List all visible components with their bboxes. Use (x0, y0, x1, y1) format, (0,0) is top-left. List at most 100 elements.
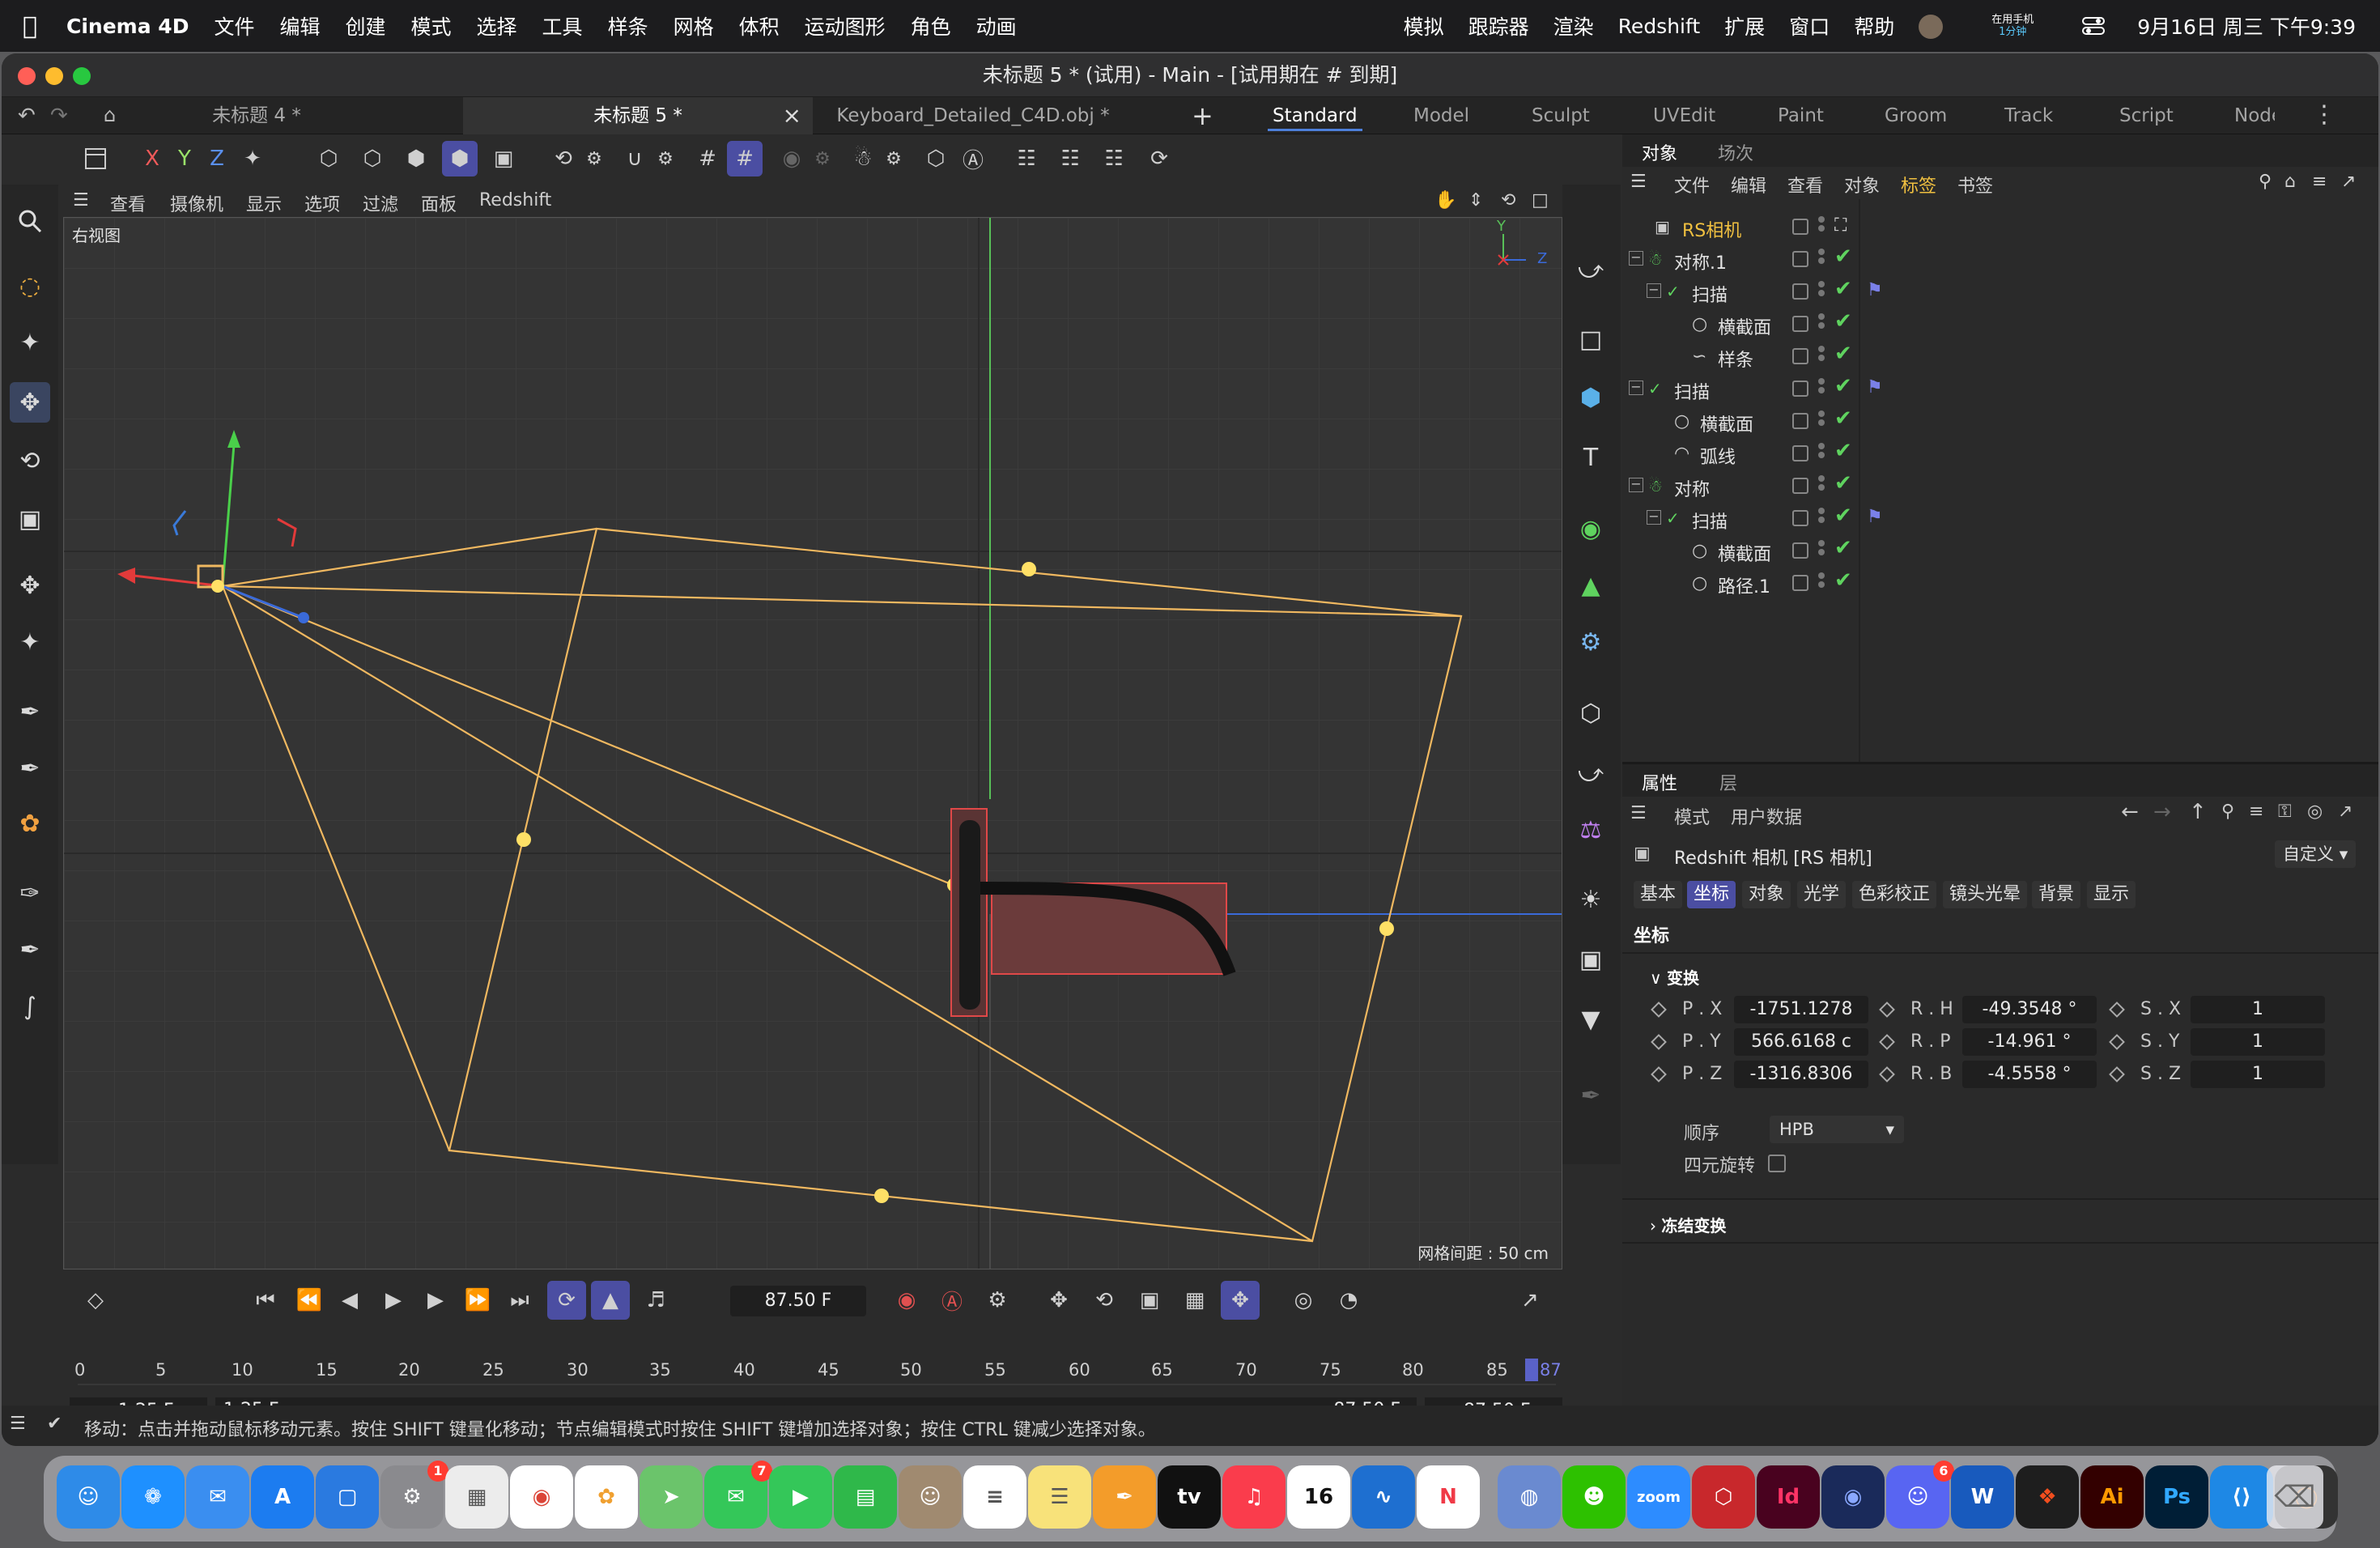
cloner-icon[interactable]: ▲ (1570, 565, 1611, 606)
panel-toggle-icon[interactable] (78, 141, 113, 176)
close-tab-icon[interactable]: × (783, 97, 801, 134)
subtab-background[interactable]: 背景 (2032, 881, 2081, 908)
keynote-icon[interactable]: ▢ (316, 1465, 379, 1529)
render-dots[interactable] (1818, 570, 1825, 590)
om-expand-icon[interactable]: ↗ (2341, 172, 2356, 192)
visibility-toggle[interactable] (1792, 219, 1808, 235)
field-icon[interactable]: ⬡ (1570, 693, 1611, 734)
vp-menu-filter[interactable]: 过滤 (363, 190, 398, 216)
live-selection-icon[interactable]: ◌ (10, 266, 50, 306)
workplane-snap-icon[interactable]: # (727, 141, 763, 176)
enabled-check-icon[interactable]: ✔ (1834, 568, 1852, 593)
launchpad-icon[interactable]: ▦ (445, 1465, 508, 1529)
om-menu-object[interactable]: 对象 (1844, 172, 1880, 198)
key-position-icon[interactable]: ✥ (1039, 1281, 1078, 1320)
phong-tag-icon[interactable]: ⚑ (1867, 507, 1883, 527)
attr-filter-icon[interactable]: ≡ (2249, 802, 2263, 822)
freeform-icon[interactable]: ∿ (1352, 1465, 1415, 1529)
timeline-expand-icon[interactable]: ↗ (1511, 1281, 1549, 1320)
chrome-icon[interactable]: ◉ (510, 1465, 573, 1529)
undo-icon[interactable]: ↶ (18, 104, 36, 128)
add-tab-icon[interactable]: + (1192, 100, 1213, 131)
visibility-toggle[interactable] (1792, 381, 1808, 397)
spline-pen-icon[interactable]: ✒ (10, 691, 50, 732)
scale-tool-icon[interactable]: ▣ (10, 499, 50, 539)
om-home-icon[interactable]: ⌂ (2284, 172, 2296, 192)
render-dots[interactable] (1818, 440, 1825, 461)
enabled-check-icon[interactable]: ✔ (1834, 536, 1852, 560)
axis-z-lock-button[interactable]: Z (199, 141, 235, 176)
up-arrow-icon[interactable]: ↑ (2189, 800, 2207, 824)
camera-object-icon[interactable]: ▣ (1570, 939, 1611, 980)
menu-tools[interactable]: 工具 (542, 11, 583, 40)
rot-p-field[interactable]: -14.961 ° (1962, 1028, 2097, 1056)
menu-select[interactable]: 选择 (477, 11, 517, 40)
forward-arrow-icon[interactable]: → (2153, 800, 2171, 824)
guide-icon[interactable]: ⬡ (918, 141, 954, 176)
doc-tab-untitled-4[interactable]: 未标题 4 * (164, 97, 350, 134)
spline-smooth-icon[interactable]: ✿ (10, 803, 50, 844)
visibility-toggle[interactable] (1792, 413, 1808, 429)
om-row-symmetry[interactable]: − ☃ 对称 ✔ (1622, 470, 2378, 502)
menu-help[interactable]: 帮助 (1854, 11, 1894, 40)
visibility-toggle[interactable] (1792, 575, 1808, 591)
om-row-profile-b[interactable]: ○ 横截面 ✔ (1622, 405, 2378, 437)
render-dots[interactable] (1818, 343, 1825, 364)
layout-sculpt[interactable]: Sculpt (1532, 97, 1590, 134)
subtab-object[interactable]: 对象 (1742, 881, 1791, 908)
attr-menu-mode[interactable]: 模式 (1674, 803, 1710, 829)
om-row-spline[interactable]: ∽ 样条 ✔ (1622, 340, 2378, 372)
maps-icon[interactable]: ➤ (640, 1465, 703, 1529)
notes-icon[interactable]: ☰ (1028, 1465, 1091, 1529)
motion-record-icon[interactable]: ◎ (1284, 1281, 1323, 1320)
loop-icon[interactable]: ⟳ (547, 1281, 586, 1320)
keyframe-diamond-icon[interactable] (1879, 1002, 1895, 1018)
enabled-check-icon[interactable]: ✔ (1834, 374, 1852, 398)
key-param-icon[interactable]: ▦ (1175, 1281, 1214, 1320)
render-dots[interactable] (1818, 408, 1825, 428)
figma-icon[interactable]: ❖ (2016, 1465, 2079, 1529)
subtab-optics[interactable]: 光学 (1797, 881, 1847, 908)
status-menu-icon[interactable]: ☰ (10, 1414, 26, 1434)
axis-y-lock-button[interactable]: Y (167, 141, 202, 176)
finder-icon[interactable]: ☺ (57, 1465, 120, 1529)
om-row-sweep-c[interactable]: − ✓ 扫描 ✔ ⚑ (1622, 502, 2378, 534)
om-row-path-1[interactable]: ○ 路径.1 ✔ (1622, 567, 2378, 599)
keyframe-diamond-icon[interactable] (1651, 1034, 1667, 1050)
zoom-icon[interactable]: zoom (1627, 1465, 1690, 1529)
music-icon[interactable]: ♫ (1222, 1465, 1286, 1529)
rot-b-field[interactable]: -4.5558 ° (1962, 1061, 2097, 1088)
enabled-check-icon[interactable]: ✔ (1834, 439, 1852, 463)
layout-node[interactable]: Node (2234, 97, 2275, 134)
menu-edit[interactable]: 编辑 (279, 11, 320, 40)
menu-spline[interactable]: 样条 (608, 11, 648, 40)
dolly-view-icon[interactable]: ⇕ (1468, 190, 1483, 211)
om-row-rs-camera[interactable]: ▣ RS相机 ⛶ (1622, 211, 2378, 243)
om-menu-icon[interactable]: ☰ (1630, 172, 1647, 192)
keyframe-diamond-icon[interactable] (2109, 1066, 2125, 1082)
symmetry-settings-icon[interactable]: ⚙ (876, 141, 912, 176)
calendar-icon[interactable]: 16 (1287, 1465, 1350, 1529)
menu-render[interactable]: 渲染 (1553, 11, 1594, 40)
visibility-toggle[interactable] (1792, 445, 1808, 461)
attr-search-icon[interactable]: ⚲ (2221, 802, 2234, 822)
attr-expand-icon[interactable]: ↗ (2338, 802, 2352, 822)
trash-icon[interactable]: ⌫ (2267, 1465, 2323, 1529)
coordinate-system-icon[interactable]: ✦ (235, 141, 270, 176)
app-menu[interactable]: Cinema 4D (66, 15, 189, 38)
vp-menu-cameras[interactable]: 摄像机 (170, 190, 223, 216)
axis-x-lock-button[interactable]: X (134, 141, 170, 176)
quaternion-checkbox[interactable] (1768, 1155, 1786, 1172)
key-settings-icon[interactable]: ⚙ (978, 1281, 1017, 1320)
menu-mesh[interactable]: 网格 (674, 11, 714, 40)
om-row-sweep-b[interactable]: − ✓ 扫描 ✔ ⚑ (1622, 372, 2378, 405)
visibility-toggle[interactable] (1792, 478, 1808, 494)
visibility-toggle[interactable] (1792, 283, 1808, 300)
visibility-toggle[interactable] (1792, 510, 1808, 526)
freeze-group-toggle[interactable]: › 冻结变换 (1650, 1213, 1726, 1236)
keyframe-diamond-icon[interactable] (1879, 1066, 1895, 1082)
phong-tag-icon[interactable]: ⚑ (1867, 377, 1883, 398)
om-menu-file[interactable]: 文件 (1674, 172, 1710, 198)
tweak-icon[interactable]: ✦ (10, 322, 50, 363)
layout-model[interactable]: Model (1413, 97, 1469, 134)
